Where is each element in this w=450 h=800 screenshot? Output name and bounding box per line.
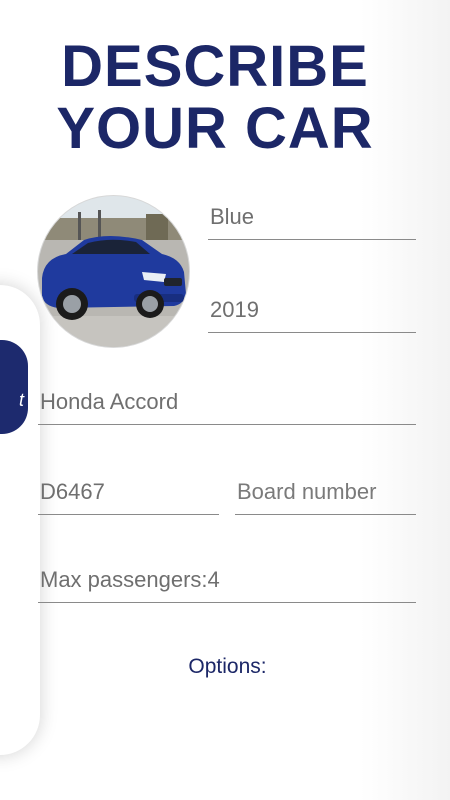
- background-phone-tab: t: [0, 340, 28, 434]
- screen: t DESCRIBE YOUR CAR Blue 2019 Honda Acco…: [0, 0, 450, 800]
- plate-number-value: D6467: [40, 479, 105, 504]
- color-value: Blue: [210, 204, 255, 229]
- max-passengers-field[interactable]: Max passengers:4: [38, 566, 416, 603]
- board-number-placeholder: Board number: [237, 479, 377, 504]
- max-passengers-value: Max passengers:4: [40, 567, 220, 592]
- car-image: [38, 196, 189, 347]
- page-title: DESCRIBE YOUR CAR: [0, 36, 430, 160]
- color-field[interactable]: Blue: [208, 203, 416, 240]
- background-phone-tab-text: t: [18, 390, 24, 410]
- board-number-field[interactable]: Board number: [235, 478, 416, 515]
- title-line-1: DESCRIBE: [61, 34, 369, 99]
- model-field[interactable]: Honda Accord: [38, 388, 416, 425]
- plate-number-field[interactable]: D6467: [38, 478, 219, 515]
- year-field[interactable]: 2019: [208, 296, 416, 333]
- model-value: Honda Accord: [40, 389, 179, 414]
- options-label: Options:: [188, 655, 267, 678]
- year-value: 2019: [210, 297, 259, 322]
- car-photo[interactable]: [37, 195, 190, 348]
- title-line-2: YOUR CAR: [56, 96, 374, 161]
